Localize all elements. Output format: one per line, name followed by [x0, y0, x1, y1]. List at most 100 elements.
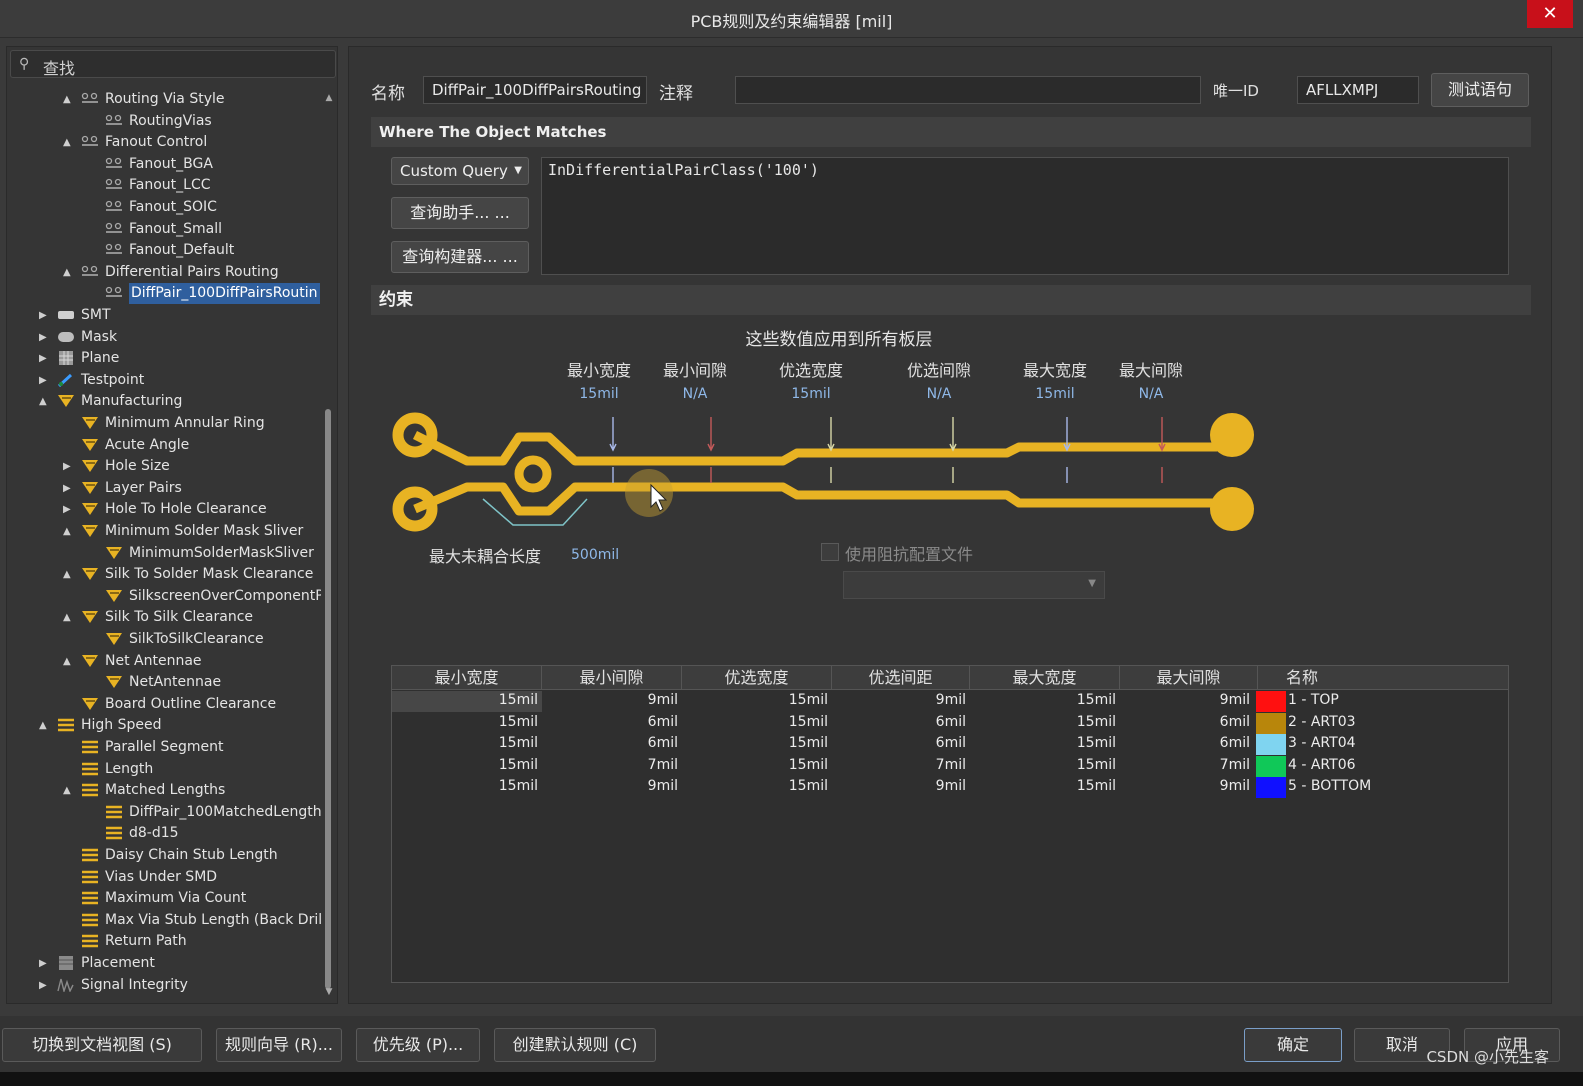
query-type-select[interactable]: Custom Query ▼: [391, 157, 529, 185]
tree-item[interactable]: ▲ Routing Via Style: [7, 89, 321, 110]
table-cell[interactable]: 9mil: [1174, 778, 1250, 794]
table-header[interactable]: 优选间距: [832, 666, 970, 690]
table-cell[interactable]: 15mil: [752, 778, 828, 794]
collapse-arrow-icon[interactable]: ▲: [63, 89, 75, 110]
tree-item[interactable]: ▲ High Speed: [7, 715, 321, 736]
table-cell[interactable]: 15mil: [1040, 778, 1116, 794]
table-cell[interactable]: 9mil: [890, 778, 966, 794]
table-cell[interactable]: 15mil: [462, 714, 538, 730]
expand-arrow-icon[interactable]: ▶: [39, 953, 51, 974]
table-cell[interactable]: 15mil: [462, 757, 538, 773]
expand-arrow-icon[interactable]: ▶: [39, 975, 51, 996]
test-query-button[interactable]: 测试语句: [1431, 73, 1529, 107]
table-cell[interactable]: 7mil: [602, 757, 678, 773]
expand-arrow-icon[interactable]: ▶: [39, 370, 51, 391]
expand-arrow-icon[interactable]: ▶: [39, 305, 51, 326]
close-button[interactable]: ✕: [1527, 0, 1573, 28]
tree-item[interactable]: Minimum Annular Ring: [7, 413, 321, 434]
tree-item[interactable]: ▶ Signal Integrity: [7, 975, 321, 996]
tree-item[interactable]: SilkscreenOverComponentP: [7, 586, 321, 607]
table-cell[interactable]: 7mil: [1174, 757, 1250, 773]
tree-item[interactable]: Fanout_LCC: [7, 175, 321, 196]
table-header[interactable]: 最大间隙: [1120, 666, 1258, 690]
tree-item[interactable]: NetAntennae: [7, 672, 321, 693]
collapse-arrow-icon[interactable]: ▲: [63, 521, 75, 542]
create-default-rules-button[interactable]: 创建默认规则 (C): [494, 1028, 656, 1062]
scroll-up-icon[interactable]: ▲: [323, 93, 335, 103]
table-cell[interactable]: 15mil: [462, 778, 538, 794]
table-cell[interactable]: 9mil: [890, 692, 966, 708]
expand-arrow-icon[interactable]: ▶: [39, 348, 51, 369]
tree-item[interactable]: Fanout_Small: [7, 219, 321, 240]
impedance-checkbox[interactable]: [821, 543, 839, 561]
table-cell[interactable]: 9mil: [602, 692, 678, 708]
table-header[interactable]: 最小间隙: [542, 666, 682, 690]
collapse-arrow-icon[interactable]: ▲: [63, 262, 75, 283]
table-cell[interactable]: 9mil: [1174, 692, 1250, 708]
scroll-down-icon[interactable]: ▼: [323, 987, 335, 997]
name-field[interactable]: DiffPair_100DiffPairsRouting: [423, 76, 647, 104]
rule-tree[interactable]: ▲ Routing Via Style RoutingVias ▲ Fanout Con…: [7, 89, 321, 1001]
rule-wizard-button[interactable]: 规则向导 (R)...: [216, 1028, 342, 1062]
collapse-arrow-icon[interactable]: ▲: [63, 651, 75, 672]
tree-item[interactable]: ▲ Matched Lengths: [7, 780, 321, 801]
query-text-area[interactable]: InDifferentialPairClass('100'): [541, 157, 1509, 275]
tree-item[interactable]: ▶ Hole To Hole Clearance: [7, 499, 321, 520]
table-cell[interactable]: 15mil: [462, 735, 538, 751]
table-cell[interactable]: 15mil: [752, 757, 828, 773]
tree-item[interactable]: Fanout_BGA: [7, 154, 321, 175]
tree-item[interactable]: ▲ Net Antennae: [7, 651, 321, 672]
tree-item[interactable]: Maximum Via Count: [7, 888, 321, 909]
tree-item[interactable]: ▲ Minimum Solder Mask Sliver: [7, 521, 321, 542]
tree-item[interactable]: ▲ Silk To Silk Clearance: [7, 607, 321, 628]
table-row[interactable]: 15mil 9mil 15mil 9mil 15mil 9mil 5 - BOTTOM: [392, 777, 1508, 799]
tree-item[interactable]: ▶ Placement: [7, 953, 321, 974]
tree-item[interactable]: DiffPair_100MatchedLength: [7, 802, 321, 823]
tree-item[interactable]: Length: [7, 759, 321, 780]
tree-scrollbar[interactable]: ▲ ▼: [323, 89, 335, 1001]
tree-item[interactable]: ▲ Fanout Control: [7, 132, 321, 153]
table-cell[interactable]: 6mil: [1174, 714, 1250, 730]
tree-item[interactable]: ▲ Manufacturing: [7, 391, 321, 412]
tree-item[interactable]: Board Outline Clearance: [7, 694, 321, 715]
collapse-arrow-icon[interactable]: ▲: [63, 607, 75, 628]
uid-field[interactable]: AFLLXMPJ: [1297, 76, 1419, 104]
collapse-arrow-icon[interactable]: ▲: [63, 564, 75, 585]
table-cell[interactable]: 7mil: [890, 757, 966, 773]
table-header[interactable]: 名称: [1258, 666, 1508, 690]
table-header[interactable]: 最大宽度: [970, 666, 1120, 690]
table-cell[interactable]: 6mil: [602, 735, 678, 751]
tree-item[interactable]: ▶ Mask: [7, 327, 321, 348]
search-input[interactable]: ⚲ 查找: [10, 50, 336, 78]
tree-item[interactable]: SilkToSilkClearance: [7, 629, 321, 650]
table-cell[interactable]: 15mil: [752, 735, 828, 751]
table-cell[interactable]: 9mil: [602, 778, 678, 794]
tree-item[interactable]: ▶ Plane: [7, 348, 321, 369]
uncoupled-length-value[interactable]: 500mil: [571, 547, 619, 563]
table-cell[interactable]: 15mil: [1040, 757, 1116, 773]
table-cell[interactable]: 15mil: [1040, 735, 1116, 751]
collapse-arrow-icon[interactable]: ▲: [63, 780, 75, 801]
tree-item[interactable]: ▶ SMT: [7, 305, 321, 326]
priority-button[interactable]: 优先级 (P)...: [356, 1028, 480, 1062]
query-helper-button[interactable]: 查询助手... ...: [391, 197, 529, 229]
tree-item[interactable]: Vias Under SMD: [7, 867, 321, 888]
doc-view-button[interactable]: 切换到文档视图 (S): [2, 1028, 202, 1062]
table-header[interactable]: 最小宽度: [392, 666, 542, 690]
tree-item[interactable]: Daisy Chain Stub Length: [7, 845, 321, 866]
expand-arrow-icon[interactable]: ▶: [63, 456, 75, 477]
table-cell[interactable]: 15mil: [752, 714, 828, 730]
tree-item[interactable]: ▲ Silk To Solder Mask Clearance: [7, 564, 321, 585]
tree-item[interactable]: ▶ Hole Size: [7, 456, 321, 477]
tree-item[interactable]: ▶ Testpoint: [7, 370, 321, 391]
table-cell[interactable]: 15mil: [1040, 692, 1116, 708]
comment-field[interactable]: [735, 76, 1201, 104]
table-cell[interactable]: 15mil: [1040, 714, 1116, 730]
tree-item[interactable]: Max Via Stub Length (Back Drill: [7, 910, 321, 931]
table-cell[interactable]: 6mil: [602, 714, 678, 730]
table-row[interactable]: 15mil 6mil 15mil 6mil 15mil 6mil 3 - ART04: [392, 734, 1508, 756]
tree-item[interactable]: RoutingVias: [7, 111, 321, 132]
tree-item[interactable]: Parallel Segment: [7, 737, 321, 758]
table-cell[interactable]: 6mil: [890, 714, 966, 730]
expand-arrow-icon[interactable]: ▶: [63, 478, 75, 499]
